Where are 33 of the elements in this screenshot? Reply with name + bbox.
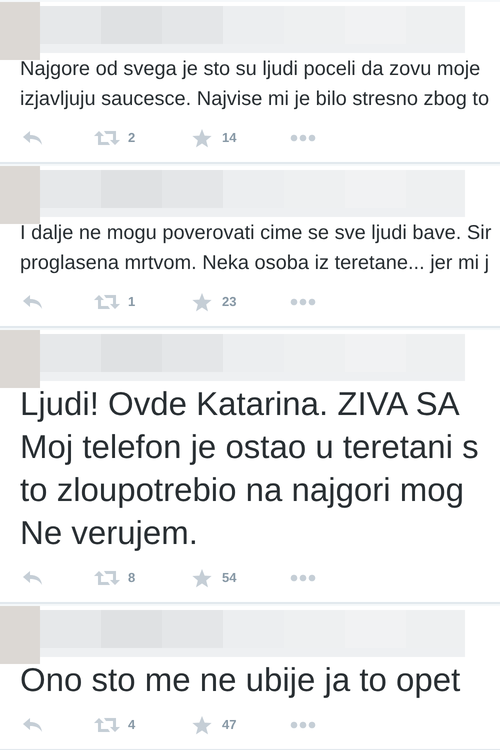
star-icon[interactable] [192, 716, 212, 734]
retweet-button[interactable]: 1 [94, 292, 192, 312]
retweet-button[interactable]: 8 [94, 568, 192, 588]
more-icon[interactable] [290, 134, 316, 142]
tweet-text: Ne verujem. [20, 513, 198, 553]
tweet-text: proglasena mrtvom. Neka osoba iz teretane... jer mi j [20, 251, 490, 276]
favorite-button[interactable]: 14 [192, 128, 290, 148]
reply-icon[interactable] [22, 717, 44, 733]
more-icon[interactable] [290, 298, 316, 306]
retweet-icon[interactable] [94, 570, 120, 586]
tweet-text: Moj telefon je ostao u teretani s [20, 427, 479, 467]
more-icon[interactable] [290, 574, 316, 582]
tweet-text: Ono sto me ne ubije ja to opet [20, 660, 460, 700]
favorite-button[interactable]: 23 [192, 292, 290, 312]
retweet-button[interactable]: 4 [94, 715, 192, 735]
retweet-icon[interactable] [94, 130, 120, 146]
favorite-button[interactable]: 54 [192, 568, 290, 588]
favorite-button[interactable]: 47 [192, 715, 290, 735]
retweet-button[interactable]: 2 [94, 128, 192, 148]
star-icon[interactable] [192, 128, 212, 148]
tweet-text: izjavljuju saucesce. Najvise mi je bilo stresno zbog to [20, 87, 490, 112]
reply-icon[interactable] [22, 294, 44, 310]
retweet-icon[interactable] [94, 717, 120, 733]
retweet-icon[interactable] [94, 294, 120, 310]
tweet-text: Najgore od svega je sto su ljudi poceli da zovu moje [20, 57, 480, 82]
tweet-text: Ljudi! Ovde Katarina. ZIVA SA [20, 384, 460, 424]
reply-icon[interactable] [22, 570, 44, 586]
tweet-text: I dalje ne mogu poverovati cime se sve ljudi bave. Sir [20, 221, 492, 246]
star-icon[interactable] [192, 568, 212, 588]
more-icon[interactable] [290, 721, 316, 729]
reply-icon[interactable] [22, 130, 44, 146]
star-icon[interactable] [192, 292, 212, 312]
tweet-text: to zloupotrebio na najgori mog [20, 470, 464, 510]
